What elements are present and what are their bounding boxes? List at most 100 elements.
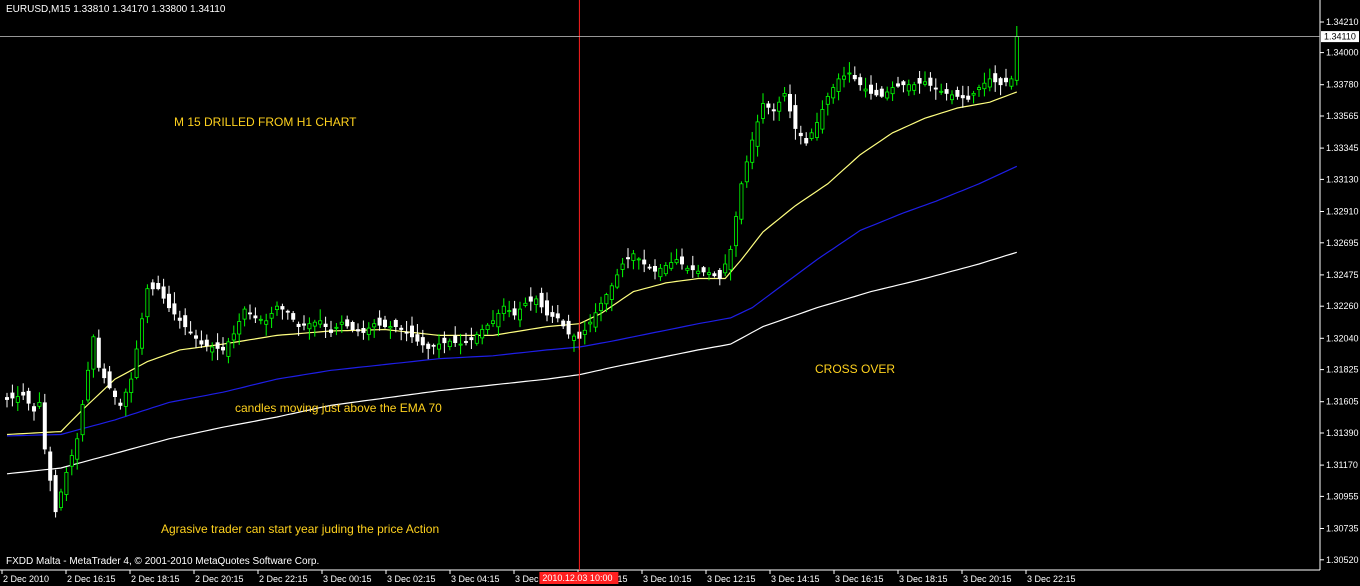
candle-body	[393, 319, 398, 327]
candle-body	[134, 348, 139, 379]
candle-body	[782, 93, 787, 97]
candle-body	[156, 282, 161, 290]
candle	[264, 313, 269, 336]
candle-body	[896, 83, 901, 87]
candle	[712, 271, 717, 278]
candle-body	[415, 334, 420, 342]
x-tick-label: 3 Dec 04:15	[451, 574, 500, 584]
x-tick-label: 2 Dec 2010	[3, 574, 49, 584]
annotation-agrasive-trader: Agrasive trader can start year juding th…	[161, 522, 440, 536]
candle-body	[518, 308, 523, 321]
candle-body	[32, 406, 37, 412]
candle	[599, 296, 604, 322]
candle	[399, 325, 404, 341]
candle-body	[939, 90, 944, 93]
annotation-drilled: M 15 DRILLED FROM H1 CHART	[174, 115, 357, 129]
candle-body	[166, 293, 171, 309]
candle-body	[507, 310, 512, 313]
candle	[852, 66, 857, 82]
candle-body	[113, 390, 118, 398]
candle-body	[161, 286, 166, 299]
candle-body	[663, 264, 668, 275]
candle-body	[86, 369, 91, 401]
candle-body	[372, 323, 377, 328]
candle-body	[247, 312, 252, 315]
candle	[901, 80, 906, 93]
candle-body	[1004, 77, 1009, 83]
candle-body	[701, 267, 706, 273]
candle-body	[53, 475, 58, 513]
x-tick-label: 3 Dec 12:15	[707, 574, 756, 584]
candle-body	[836, 78, 841, 92]
candle-body	[593, 312, 598, 328]
y-tick-label: 1.32475	[1326, 270, 1359, 280]
candle	[42, 393, 47, 455]
candle	[442, 331, 447, 354]
candle-body	[890, 87, 895, 95]
candle-body	[377, 317, 382, 326]
candle	[415, 324, 420, 346]
candle	[890, 81, 895, 101]
mt4-chart-window[interactable]: 1.34210 1.34000 1.33780 1.33565 1.33345 1.331…	[0, 0, 1360, 586]
candle	[37, 392, 42, 409]
x-tick-label: 3 Dec 20:15	[963, 574, 1012, 584]
candle-body	[820, 109, 825, 130]
candle	[474, 331, 479, 346]
candle	[944, 83, 949, 101]
candle-body	[550, 312, 555, 317]
candle	[204, 334, 209, 352]
candle	[226, 337, 231, 364]
candle	[809, 128, 814, 141]
candle-body	[296, 323, 301, 327]
candle-body	[485, 324, 490, 331]
candle-body	[280, 306, 285, 310]
candle	[307, 317, 312, 340]
candle-body	[858, 77, 863, 86]
candle-body	[582, 329, 587, 335]
x-tick-label: 2 Dec 16:15	[67, 574, 116, 584]
candle	[372, 319, 377, 338]
candle	[21, 383, 26, 400]
footer-copyright: FXDD Malta - MetaTrader 4, © 2001-2010 M…	[6, 556, 320, 567]
candle	[874, 82, 879, 97]
candle	[636, 257, 641, 270]
candle-body	[788, 94, 793, 112]
chart-header: EURUSD,M15 1.33810 1.34170 1.33800 1.341…	[6, 4, 226, 15]
candle	[463, 332, 468, 346]
y-tick-label: 1.33345	[1326, 143, 1359, 153]
candle-body	[771, 109, 776, 112]
candle	[820, 100, 825, 134]
candle	[1004, 68, 1009, 87]
candle-body	[102, 368, 107, 379]
candle	[129, 372, 134, 403]
candle	[490, 310, 495, 327]
candle	[572, 333, 577, 352]
candle-body	[869, 84, 874, 94]
candle-body	[572, 335, 577, 341]
candle-body	[123, 391, 128, 407]
candle	[177, 310, 182, 329]
candle-body	[220, 346, 225, 351]
candle-body	[21, 391, 26, 396]
candle	[436, 334, 441, 358]
candle-body	[539, 292, 544, 308]
candle-body	[318, 320, 323, 325]
candle	[512, 300, 517, 320]
price-chart[interactable]: 1.34210 1.34000 1.33780 1.33565 1.33345 1.331…	[0, 0, 1360, 586]
candle	[496, 309, 501, 337]
candle	[696, 264, 701, 278]
candle-body	[361, 327, 366, 333]
candle-body	[755, 121, 760, 147]
candle	[161, 278, 166, 304]
y-tick-label: 1.30955	[1326, 491, 1359, 501]
candle-body	[912, 84, 917, 91]
annotation-cross-over: CROSS OVER	[815, 362, 896, 376]
candle-body	[188, 331, 193, 334]
candle-body	[852, 75, 857, 80]
candle-body	[274, 305, 279, 311]
candle	[91, 334, 96, 378]
candle-body	[139, 318, 144, 349]
candle	[301, 315, 306, 331]
candle-body	[658, 267, 663, 278]
candle	[328, 320, 333, 337]
